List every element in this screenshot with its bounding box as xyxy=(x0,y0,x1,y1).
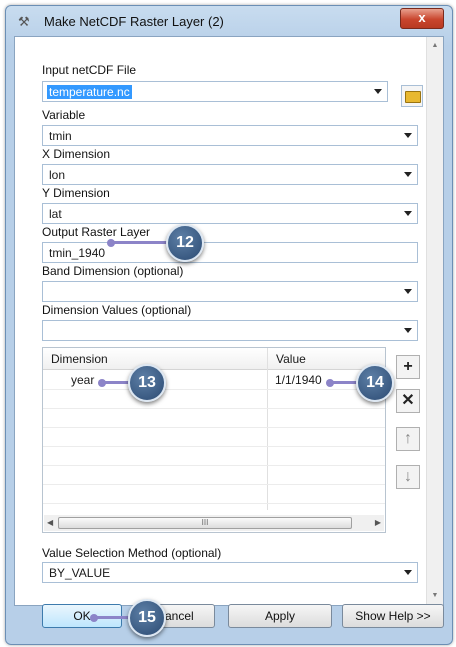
scroll-down-icon[interactable]: ▼ xyxy=(427,589,443,603)
dropdown-arrow-icon[interactable] xyxy=(404,133,412,138)
variable-value: tmin xyxy=(49,129,72,143)
x-dimension-combobox[interactable]: lon xyxy=(42,164,418,185)
dropdown-arrow-icon[interactable] xyxy=(374,89,382,94)
dialog-window: ⚒ Make NetCDF Raster Layer (2) x ▲ ▼ Inp… xyxy=(5,5,453,645)
variable-combobox[interactable]: tmin xyxy=(42,125,418,146)
x-dimension-label: X Dimension xyxy=(42,147,111,161)
app-icon: ⚒ xyxy=(18,14,30,29)
dimension-values-label: Dimension Values (optional) xyxy=(42,303,192,317)
add-icon: + xyxy=(403,358,413,375)
delete-icon: ✕ xyxy=(401,392,415,409)
callout-leader xyxy=(102,381,130,384)
title-bar[interactable]: ⚒ Make NetCDF Raster Layer (2) x xyxy=(6,6,452,36)
band-dimension-combobox[interactable] xyxy=(42,281,418,302)
table-row-empty xyxy=(43,409,385,428)
callout-leader xyxy=(94,616,130,619)
table-row-empty xyxy=(43,466,385,485)
output-raster-input[interactable]: tmin_1940 xyxy=(42,242,418,263)
dimension-values-table[interactable]: Dimension Value year 1/1/1940 ◀ III ▶ xyxy=(42,347,386,533)
apply-button[interactable]: Apply xyxy=(228,604,332,628)
value-selection-value: BY_VALUE xyxy=(49,566,111,580)
add-row-button[interactable]: + xyxy=(396,355,420,379)
dropdown-arrow-icon[interactable] xyxy=(404,328,412,333)
callout-15: 15 xyxy=(128,599,166,637)
callout-leader xyxy=(111,241,168,244)
input-netcdf-combobox[interactable]: temperature.nc xyxy=(42,81,388,102)
browse-folder-button[interactable] xyxy=(401,85,423,107)
dropdown-arrow-icon[interactable] xyxy=(404,289,412,294)
output-raster-value: tmin_1940 xyxy=(49,246,106,260)
callout-leader xyxy=(330,381,358,384)
show-help-button[interactable]: Show Help >> xyxy=(342,604,444,628)
y-dimension-combobox[interactable]: lat xyxy=(42,203,418,224)
table-row-empty xyxy=(43,390,385,409)
row-value-cell[interactable]: 1/1/1940 xyxy=(275,373,322,387)
down-arrow-icon: ↓ xyxy=(404,468,412,485)
row-dimension-cell[interactable]: year xyxy=(71,373,94,387)
value-selection-label: Value Selection Method (optional) xyxy=(42,546,222,560)
callout-12: 12 xyxy=(166,224,204,262)
output-raster-label: Output Raster Layer xyxy=(42,225,151,239)
input-netcdf-value: temperature.nc xyxy=(47,85,132,99)
scroll-up-icon[interactable]: ▲ xyxy=(427,39,443,53)
input-netcdf-label: Input netCDF File xyxy=(42,63,137,77)
dropdown-arrow-icon[interactable] xyxy=(404,172,412,177)
variable-label: Variable xyxy=(42,108,86,122)
callout-13: 13 xyxy=(128,364,166,402)
window-title: Make NetCDF Raster Layer (2) xyxy=(44,14,224,29)
move-up-button[interactable]: ↑ xyxy=(396,427,420,451)
y-dimension-value: lat xyxy=(49,207,62,221)
up-arrow-icon: ↑ xyxy=(404,430,412,447)
scroll-left-icon[interactable]: ◀ xyxy=(47,518,53,527)
move-down-button[interactable]: ↓ xyxy=(396,465,420,489)
dimension-values-combobox[interactable] xyxy=(42,320,418,341)
x-dimension-value: lon xyxy=(49,168,66,182)
callout-14: 14 xyxy=(356,364,394,402)
form-panel: ▲ ▼ Input netCDF File temperature.nc Var… xyxy=(14,36,444,606)
table-row-empty xyxy=(43,428,385,447)
vertical-scrollbar[interactable]: ▲ ▼ xyxy=(426,37,443,605)
dropdown-arrow-icon[interactable] xyxy=(404,570,412,575)
close-button[interactable]: x xyxy=(400,8,444,29)
table-row-empty xyxy=(43,447,385,466)
close-icon: x xyxy=(418,10,426,25)
scroll-right-icon[interactable]: ▶ xyxy=(375,518,381,527)
table-row-empty xyxy=(43,485,385,504)
delete-row-button[interactable]: ✕ xyxy=(396,389,420,413)
scroll-thumb[interactable]: III xyxy=(58,517,352,529)
y-dimension-label: Y Dimension xyxy=(42,186,110,200)
folder-icon xyxy=(405,91,421,103)
band-dimension-label: Band Dimension (optional) xyxy=(42,264,184,278)
dropdown-arrow-icon[interactable] xyxy=(404,211,412,216)
horizontal-scrollbar[interactable]: ◀ III ▶ xyxy=(44,515,384,531)
value-selection-combobox[interactable]: BY_VALUE xyxy=(42,562,418,583)
